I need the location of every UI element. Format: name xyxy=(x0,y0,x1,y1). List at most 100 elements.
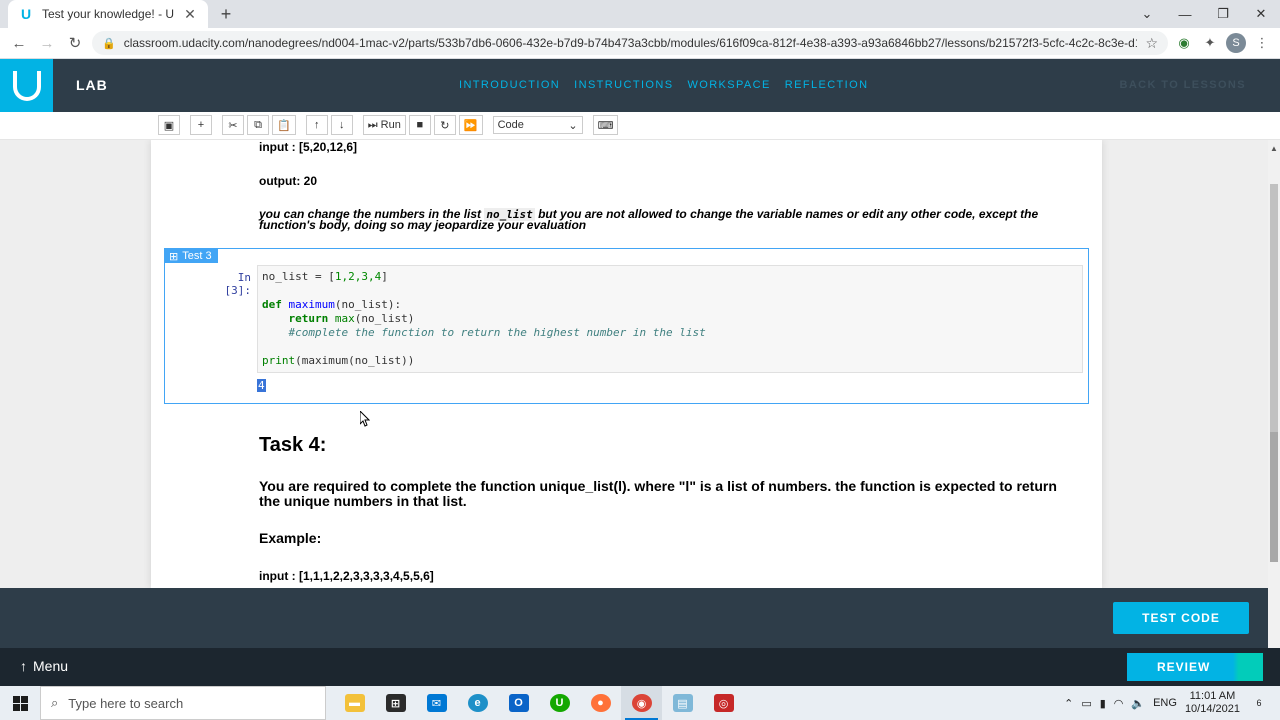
network-tray-icon[interactable]: ▭ xyxy=(1081,697,1091,710)
browser-tab-strip: U Test your knowledge! - Udacity ✕ + ⌄ —… xyxy=(0,0,1280,28)
chrome-icon[interactable]: ◉ xyxy=(621,686,662,720)
minimize-icon[interactable]: — xyxy=(1166,0,1204,28)
lock-icon[interactable]: 🔒 xyxy=(102,37,116,50)
browser-toolbar: ← → ↻ 🔒 classroom.udacity.com/nanodegree… xyxy=(0,28,1280,59)
start-button[interactable] xyxy=(0,686,40,720)
move-up-icon[interactable]: ↑ xyxy=(305,115,328,135)
reload-button[interactable]: ↻ xyxy=(64,32,86,54)
new-tab-button[interactable]: + xyxy=(216,4,236,24)
keyboard-icon[interactable]: ⌨ xyxy=(592,115,619,135)
firefox-icon[interactable]: ● xyxy=(580,686,621,720)
menu-bar: ↑ Menu REVIEW xyxy=(0,648,1280,686)
stop-icon[interactable]: ■ xyxy=(408,115,431,135)
scroll-up-icon[interactable]: ▲ xyxy=(1270,144,1278,153)
restart-icon[interactable]: ↻ xyxy=(433,115,456,135)
arrow-up-icon: ↑ xyxy=(20,658,27,674)
file-explorer-icon[interactable]: ▬ xyxy=(334,686,375,720)
puzzle-extensions-icon[interactable]: ✦ xyxy=(1200,33,1220,53)
example-input: input : [1,1,1,2,2,3,3,3,3,4,5,5,6] xyxy=(259,569,434,583)
outlook-icon[interactable]: O xyxy=(498,686,539,720)
udacity-logo[interactable] xyxy=(0,59,53,112)
md-note: you can change the numbers in the list n… xyxy=(259,208,1089,231)
window-controls: ⌄ — ❐ ✕ xyxy=(1128,0,1280,28)
restore-icon[interactable]: ❐ xyxy=(1204,0,1242,28)
code-line: return max(no_list) xyxy=(288,312,415,325)
bookmark-star-icon[interactable]: ☆ xyxy=(1145,35,1158,52)
url-text[interactable]: classroom.udacity.com/nanodegrees/nd004-… xyxy=(124,36,1138,50)
cell-tag: ⊞ Test 3 xyxy=(165,249,218,263)
upwork-icon[interactable]: U xyxy=(539,686,580,720)
close-tab-icon[interactable]: ✕ xyxy=(182,6,198,23)
md-output-line: output: 20 xyxy=(259,174,317,188)
forward-button[interactable]: → xyxy=(36,32,58,54)
lab-title: LAB xyxy=(76,77,108,93)
test-code-button[interactable]: TEST CODE xyxy=(1113,602,1249,634)
code-cell-selected[interactable]: ⊞ Test 3 In [3]: no_list = [1,2,3,4] def… xyxy=(164,248,1089,404)
insert-cell-icon[interactable]: + xyxy=(190,115,212,135)
code-editor[interactable]: no_list = [1,2,3,4] def maximum(no_list)… xyxy=(257,265,1083,373)
close-window-icon[interactable]: ✕ xyxy=(1242,0,1280,28)
notepad-icon[interactable]: ▤ xyxy=(662,686,703,720)
code-line: print(maximum(no_list)) xyxy=(262,354,415,367)
edge-icon[interactable]: e xyxy=(457,686,498,720)
notebook-page: input : [5,20,12,6] output: 20 you can c… xyxy=(151,140,1102,588)
back-to-lessons-link[interactable]: BACK TO LESSONS xyxy=(1119,79,1246,91)
notification-center-icon[interactable]: 6 xyxy=(1248,693,1270,713)
language-indicator[interactable]: ENG xyxy=(1153,697,1177,709)
extension-icon[interactable]: ◉ xyxy=(1174,33,1194,53)
store-icon[interactable]: ⊞ xyxy=(375,686,416,720)
lab-nav: INTRODUCTION INSTRUCTIONS WORKSPACE REFL… xyxy=(459,79,868,91)
tab-search-icon[interactable]: ⌄ xyxy=(1128,0,1166,28)
paste-icon[interactable]: 📋 xyxy=(272,115,296,135)
browser-tab[interactable]: U Test your knowledge! - Udacity ✕ xyxy=(8,0,208,28)
scroll-thumb-active[interactable] xyxy=(1270,432,1278,562)
nav-instructions[interactable]: INSTRUCTIONS xyxy=(574,79,673,91)
clock[interactable]: 11:01 AM 10/14/2021 xyxy=(1185,690,1240,716)
back-button[interactable]: ← xyxy=(8,32,30,54)
cell-type-value: Code xyxy=(497,119,524,131)
nav-introduction[interactable]: INTRODUCTION xyxy=(459,79,560,91)
cell-type-select[interactable]: Code ⌄ xyxy=(492,116,583,134)
page-scrollbar[interactable]: ▲ xyxy=(1268,140,1280,648)
menu-button[interactable]: ↑ Menu xyxy=(20,658,68,674)
cell-prompt: In [3]: xyxy=(224,271,252,297)
code-line: def maximum(no_list): xyxy=(262,298,402,311)
udacity-logo-icon xyxy=(12,70,41,101)
save-icon[interactable]: ▣ xyxy=(158,115,180,135)
system-tray: ⌃ ▭ ▮ ◠ 🔈 ENG 11:01 AM 10/14/2021 6 xyxy=(1064,686,1280,720)
run-label: Run xyxy=(380,119,401,131)
show-hidden-icons-icon[interactable]: ⌃ xyxy=(1064,697,1073,710)
mail-icon[interactable]: ✉ xyxy=(416,686,457,720)
battery-icon[interactable]: ▮ xyxy=(1100,697,1106,710)
cell-tag-label: Test 3 xyxy=(182,250,212,262)
volume-icon[interactable]: 🔈 xyxy=(1131,697,1145,710)
lab-header: LAB INTRODUCTION INSTRUCTIONS WORKSPACE … xyxy=(0,59,1280,112)
screen-recorder-icon[interactable]: ◎ xyxy=(703,686,744,720)
cell-output[interactable]: 4 xyxy=(257,379,266,392)
notebook-background: input : [5,20,12,6] output: 20 you can c… xyxy=(0,140,1268,588)
profile-avatar[interactable]: S xyxy=(1226,33,1246,53)
review-button[interactable]: REVIEW xyxy=(1127,653,1263,681)
address-bar[interactable]: 🔒 classroom.udacity.com/nanodegrees/nd00… xyxy=(92,31,1168,55)
mouse-cursor-icon xyxy=(360,411,370,427)
copy-icon[interactable]: ⧉ xyxy=(247,115,269,135)
browser-menu-icon[interactable]: ⋮ xyxy=(1252,33,1272,53)
windows-logo-icon xyxy=(12,695,28,711)
wifi-icon[interactable]: ◠ xyxy=(1114,697,1124,710)
move-down-icon[interactable]: ↓ xyxy=(330,115,353,135)
taskbar-search[interactable]: ⌕ Type here to search xyxy=(40,686,326,720)
example-heading: Example: xyxy=(259,530,322,546)
nav-reflection[interactable]: REFLECTION xyxy=(785,79,869,91)
md-input-line: input : [5,20,12,6] xyxy=(259,140,358,154)
chevron-down-icon: ⌄ xyxy=(568,119,578,132)
search-icon: ⌕ xyxy=(51,695,59,710)
cut-icon[interactable]: ✂ xyxy=(222,115,244,135)
tab-title: Test your knowledge! - Udacity xyxy=(42,7,174,21)
run-button[interactable]: ⏭ Run xyxy=(362,115,406,135)
fast-forward-icon[interactable]: ⏩ xyxy=(458,115,483,135)
notebook-toolbar: ▣ + ✂ ⧉ 📋 ↑ ↓ ⏭ Run ■ ↻ ⏩ Code ⌄ ⌨ xyxy=(0,112,1280,140)
nav-workspace[interactable]: WORKSPACE xyxy=(687,79,770,91)
udacity-favicon-icon: U xyxy=(20,6,32,22)
search-placeholder: Type here to search xyxy=(68,695,184,711)
